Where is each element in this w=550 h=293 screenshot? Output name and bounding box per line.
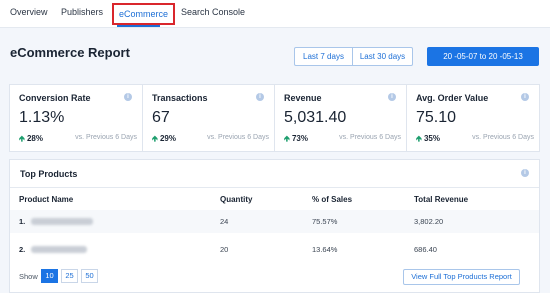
tab-ecommerce[interactable]: eCommerce bbox=[112, 3, 176, 25]
column-header-product-name: Product Name bbox=[19, 195, 74, 204]
stat-label: Revenue bbox=[284, 93, 322, 103]
row-index: 1. bbox=[19, 217, 26, 226]
stat-compare: vs. Previous 6 Days bbox=[207, 134, 269, 141]
stat-compare: vs. Previous 6 Days bbox=[472, 134, 534, 141]
stat-change: 🡹 28% bbox=[19, 133, 43, 147]
column-header-quantity: Quantity bbox=[220, 195, 253, 204]
stats-panel: Conversion Rate i 1.13% 🡹 28% vs. Previo… bbox=[9, 84, 540, 152]
stat-change: 🡹 73% bbox=[284, 133, 308, 147]
info-icon[interactable]: i bbox=[521, 93, 529, 101]
stat-change-value: 35% bbox=[423, 134, 440, 143]
stat-label: Transactions bbox=[152, 93, 208, 103]
page-title: eCommerce Report bbox=[10, 45, 130, 60]
stat-revenue: Revenue i 5,031.40 🡹 73% vs. Previous 6 … bbox=[274, 85, 406, 151]
stat-conversion-rate: Conversion Rate i 1.13% 🡹 28% vs. Previo… bbox=[10, 85, 142, 151]
stat-compare: vs. Previous 6 Days bbox=[75, 134, 137, 141]
arrow-up-icon: 🡹 bbox=[284, 134, 290, 143]
stat-value: 5,031.40 bbox=[284, 109, 347, 126]
info-icon[interactable]: i bbox=[124, 93, 132, 101]
panel-title: Top Products bbox=[20, 169, 78, 179]
stat-value: 1.13% bbox=[19, 109, 65, 126]
page-size-50[interactable]: 50 bbox=[81, 269, 98, 283]
stat-label: Conversion Rate bbox=[19, 93, 91, 103]
stat-change: 🡹 29% bbox=[152, 133, 176, 147]
stat-change-value: 28% bbox=[26, 134, 43, 143]
tab-publishers[interactable]: Publishers bbox=[61, 7, 103, 17]
stat-value: 67 bbox=[152, 109, 170, 126]
info-icon[interactable]: i bbox=[388, 93, 396, 101]
stat-value: 75.10 bbox=[416, 109, 457, 126]
row-index: 2. bbox=[19, 245, 26, 254]
view-full-report-button[interactable]: View Full Top Products Report bbox=[403, 269, 520, 285]
arrow-up-icon: 🡹 bbox=[416, 134, 422, 143]
row-pct-sales: 13.64% bbox=[312, 245, 338, 254]
row-revenue: 686.40 bbox=[414, 245, 437, 254]
column-header-pct-sales: % of Sales bbox=[312, 195, 353, 204]
row-quantity: 24 bbox=[220, 217, 229, 226]
top-products-panel: Top Products i Product Name Quantity % o… bbox=[9, 159, 540, 293]
redacted-product-name bbox=[31, 218, 93, 225]
stat-change-value: 29% bbox=[159, 134, 176, 143]
page-size-25[interactable]: 25 bbox=[61, 269, 78, 283]
arrow-up-icon: 🡹 bbox=[19, 134, 25, 143]
stat-change: 🡹 35% bbox=[416, 133, 440, 147]
arrow-up-icon: 🡹 bbox=[152, 134, 158, 143]
info-icon[interactable]: i bbox=[256, 93, 264, 101]
row-pct-sales: 75.57% bbox=[312, 217, 338, 226]
date-range-picker[interactable]: 20 -05-07 to 20 -05-13 bbox=[427, 47, 539, 66]
stat-avg-order-value: Avg. Order Value i 75.10 🡹 35% vs. Previ… bbox=[406, 85, 539, 151]
table-row: 2. 20 13.64% 686.40 bbox=[10, 238, 539, 261]
column-header-total-revenue: Total Revenue bbox=[414, 195, 469, 204]
last-7-days-button[interactable]: Last 7 days bbox=[294, 47, 353, 66]
tab-search-console[interactable]: Search Console bbox=[181, 7, 245, 17]
row-quantity: 20 bbox=[220, 245, 229, 254]
stat-change-value: 73% bbox=[291, 134, 308, 143]
last-30-days-button[interactable]: Last 30 days bbox=[353, 47, 413, 66]
redacted-product-name bbox=[31, 246, 87, 253]
page-size-10[interactable]: 10 bbox=[41, 269, 58, 283]
divider bbox=[10, 187, 539, 188]
info-icon[interactable]: i bbox=[521, 169, 529, 177]
active-tab-indicator bbox=[117, 25, 160, 27]
table-row: 1. 24 75.57% 3,802.20 bbox=[10, 210, 539, 233]
stat-compare: vs. Previous 6 Days bbox=[339, 134, 401, 141]
stat-transactions: Transactions i 67 🡹 29% vs. Previous 6 D… bbox=[142, 85, 274, 151]
stat-label: Avg. Order Value bbox=[416, 93, 489, 103]
report-tabs: Overview Publishers eCommerce Search Con… bbox=[0, 0, 550, 28]
tab-overview[interactable]: Overview bbox=[10, 7, 48, 17]
row-revenue: 3,802.20 bbox=[414, 217, 444, 226]
show-label: Show bbox=[19, 272, 38, 281]
